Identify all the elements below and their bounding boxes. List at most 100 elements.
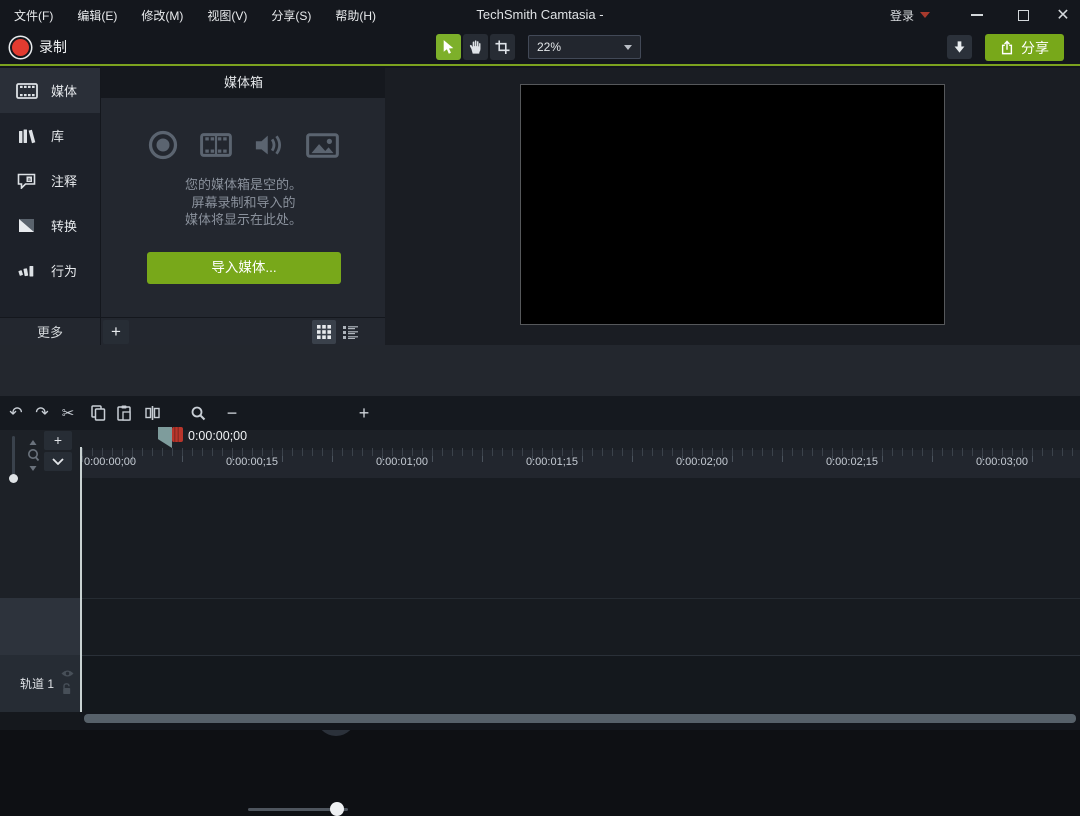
vertical-zoom-icon: [26, 438, 40, 476]
media-bin-title: 媒体箱: [101, 68, 386, 98]
redo-icon: ↷: [35, 403, 48, 423]
canvas-zoom-select[interactable]: 22%: [528, 35, 641, 59]
zoom-out-button[interactable]: −: [220, 401, 244, 425]
zoom-in-button[interactable]: +: [352, 401, 376, 425]
behaviors-icon: [15, 263, 38, 279]
timeline-zoom-slider-handle[interactable]: [330, 802, 344, 816]
share-button[interactable]: 分享: [985, 34, 1064, 61]
track1-row[interactable]: [80, 655, 1080, 712]
menu-share[interactable]: 分享(S): [271, 7, 311, 24]
cut-button[interactable]: ✂: [56, 401, 80, 425]
chevron-down-icon: [624, 45, 632, 50]
download-button[interactable]: [947, 35, 972, 59]
menu-file[interactable]: 文件(F): [14, 7, 53, 24]
copy-button[interactable]: [86, 401, 110, 425]
close-icon: ✕: [1056, 5, 1069, 25]
more-label: 更多: [37, 322, 63, 341]
chevron-down-icon: [920, 12, 930, 18]
download-arrow-icon: [953, 40, 966, 54]
timeline-tracks[interactable]: [80, 478, 1080, 712]
magnifier-icon: [191, 406, 206, 421]
paste-icon: [117, 405, 131, 421]
crop-icon: [495, 39, 510, 55]
main-content: 媒体 库 a 注释 转换: [0, 68, 1080, 345]
maximize-button[interactable]: [1006, 0, 1040, 30]
preview-canvas[interactable]: [520, 84, 945, 325]
sidebar-item-behaviors[interactable]: 行为: [0, 248, 100, 293]
minus-icon: −: [227, 403, 238, 424]
film-strip-icon: [15, 83, 38, 99]
eye-icon[interactable]: [61, 669, 74, 678]
minimize-icon: [971, 14, 983, 16]
minimize-button[interactable]: [960, 0, 994, 30]
grid-view-icon: [317, 325, 331, 339]
menu-edit[interactable]: 编辑(E): [77, 7, 117, 24]
split-button[interactable]: [140, 401, 164, 425]
timeline-ruler[interactable]: 0:00:00;00 0:00:00;15 0:00:01;00 0:00:01…: [80, 430, 1080, 478]
empty-track-gutter: [0, 598, 80, 655]
svg-text:a: a: [28, 177, 31, 183]
grid-view-button[interactable]: [312, 320, 336, 344]
pan-tool-button[interactable]: [463, 34, 488, 60]
cursor-tool-button[interactable]: [436, 34, 461, 60]
crop-tool-button[interactable]: [490, 34, 515, 60]
menu-help[interactable]: 帮助(H): [335, 7, 376, 24]
list-view-button[interactable]: [338, 320, 362, 344]
login-label: 登录: [890, 7, 914, 24]
horizontal-scrollbar[interactable]: [84, 714, 1076, 723]
ruler-label: 0:00:02;15: [826, 456, 878, 468]
collapse-tracks-button[interactable]: [44, 452, 72, 471]
sidebar-item-annotations[interactable]: a 注释: [0, 158, 100, 203]
close-button[interactable]: ✕: [1046, 0, 1080, 30]
timeline-gutter: + 轨道 1: [0, 430, 80, 730]
add-track-button[interactable]: +: [44, 431, 72, 450]
undo-button[interactable]: ↶: [4, 401, 28, 425]
sidebar-item-label: 库: [51, 126, 64, 145]
export-icon: [1000, 40, 1014, 55]
add-media-button[interactable]: +: [103, 320, 129, 344]
ruler-minor-ticks: [80, 448, 1080, 456]
audio-speaker-icon: [254, 132, 284, 158]
transition-icon: [15, 218, 38, 233]
track-name: 轨道 1: [20, 675, 54, 692]
playhead-line[interactable]: [80, 447, 82, 712]
callout-icon: a: [15, 173, 38, 189]
track1-header[interactable]: 轨道 1: [0, 655, 80, 712]
import-media-button[interactable]: 导入媒体...: [147, 252, 341, 284]
timeline-zoom-button[interactable]: [186, 401, 210, 425]
lock-open-icon[interactable]: [62, 683, 73, 695]
list-view-icon: [343, 326, 358, 339]
record-button[interactable]: 录制: [6, 34, 73, 60]
track-height-slider[interactable]: [12, 436, 15, 478]
sidebar-item-transitions[interactable]: 转换: [0, 203, 100, 248]
timeline-toolbar: ↶ ↷ ✂ − +: [0, 396, 1080, 430]
timeline: + 轨道 1 0:00:00;00 0:00:00;15 0:00: [0, 430, 1080, 730]
empty-text-line: 媒体将显示在此处。: [101, 211, 386, 229]
ruler-label: 0:00:00;00: [84, 456, 136, 468]
tools-sidebar: 媒体 库 a 注释 转换: [0, 68, 100, 345]
redo-button[interactable]: ↷: [30, 401, 54, 425]
sidebar-item-media[interactable]: 媒体: [0, 68, 100, 113]
login-menu[interactable]: 登录: [890, 0, 930, 30]
video-clip-icon: [200, 132, 232, 158]
menu-modify[interactable]: 修改(M): [141, 7, 183, 24]
menu-view[interactable]: 视图(V): [207, 7, 247, 24]
copy-icon: [91, 405, 106, 421]
track-height-slider-handle[interactable]: [9, 474, 18, 483]
zoom-value: 22%: [537, 40, 561, 54]
gutter-bottom: [0, 712, 80, 730]
camtasia-window: 文件(F) 编辑(E) 修改(M) 视图(V) 分享(S) 帮助(H) Tech…: [0, 0, 1080, 730]
playhead-time: 0:00:00;00: [188, 429, 247, 443]
main-toolbar: 录制 22% 分享: [0, 30, 1080, 66]
sidebar-more-button[interactable]: 更多: [0, 317, 100, 345]
ruler-label: 0:00:00;15: [226, 456, 278, 468]
empty-track-row[interactable]: [80, 598, 1080, 655]
sidebar-item-label: 媒体: [51, 81, 77, 100]
paste-button[interactable]: [112, 401, 136, 425]
media-bin-empty-text: 您的媒体箱是空的。 屏幕录制和导入的 媒体将显示在此处。: [101, 176, 386, 229]
plus-icon: +: [359, 403, 370, 424]
sidebar-item-label: 转换: [51, 216, 77, 235]
sidebar-item-library[interactable]: 库: [0, 113, 100, 158]
playhead-out-handle[interactable]: [172, 427, 183, 442]
ruler-label: 0:00:02;00: [676, 456, 728, 468]
